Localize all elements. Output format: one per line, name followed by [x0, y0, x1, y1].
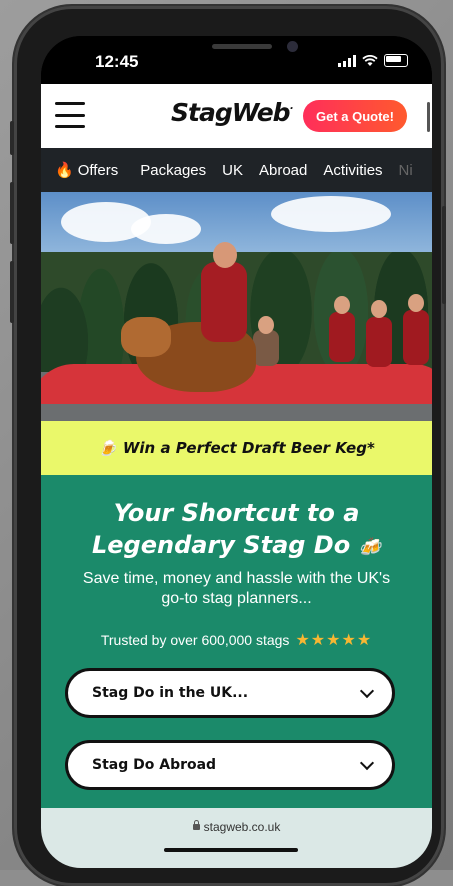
person [253, 330, 279, 366]
title-line-2: Legendary Stag Do [91, 531, 351, 559]
logo-text: StagWeb [171, 98, 291, 127]
url-display: stagweb.co.uk [41, 820, 432, 834]
lock-icon [192, 820, 200, 830]
home-indicator[interactable] [164, 848, 298, 852]
person [403, 310, 429, 365]
battery-icon [384, 54, 408, 67]
person-head [258, 316, 274, 334]
person-head [334, 296, 350, 314]
notch [137, 36, 351, 66]
nav-item-label: Abroad [258, 161, 308, 179]
chevron-down-icon [359, 683, 375, 699]
wifi-icon [362, 54, 378, 66]
phone-screen: 12:45 StagWeb· Get a Quote! 🔥 Offers Pac… [41, 36, 432, 868]
stag-abroad-dropdown[interactable]: Stag Do Abroad [65, 740, 395, 790]
site-header: StagWeb· Get a Quote! [41, 84, 432, 149]
logo-mark: · [289, 103, 294, 115]
speaker [212, 44, 272, 49]
silent-switch [10, 121, 14, 155]
beer-icon: 🍺 [98, 439, 117, 457]
person [329, 312, 355, 362]
person-head [408, 294, 424, 312]
nav-item-label: UK [222, 161, 243, 179]
status-icons [338, 54, 408, 67]
nav-item-uk[interactable]: UK [214, 162, 251, 179]
nav-item-activities[interactable]: Activities [315, 162, 390, 179]
hero-image [41, 192, 432, 421]
trust-text: Trusted by over 600,000 stags [100, 632, 290, 648]
camera [287, 41, 298, 52]
chevron-down-icon [359, 755, 375, 771]
subtitle: Save time, money and hassle with the UK'… [82, 570, 391, 607]
nav-item-packages[interactable]: Packages [126, 162, 214, 179]
nav-item-nights[interactable]: Ni [391, 162, 421, 179]
cloud [271, 196, 391, 232]
url-text: stagweb.co.uk [203, 820, 281, 834]
nav-item-label: Activities [323, 161, 383, 179]
nav-item-label: Ni [398, 161, 413, 179]
power-button [442, 206, 446, 304]
browser-url-bar[interactable]: stagweb.co.uk [41, 808, 432, 868]
promo-banner[interactable]: 🍺 Win a Perfect Draft Beer Keg* [41, 421, 432, 475]
scrollbar[interactable] [427, 102, 430, 132]
title-line-1: Your Shortcut to a [113, 499, 360, 527]
status-bar: 12:45 [41, 36, 432, 84]
menu-icon[interactable] [55, 102, 85, 128]
status-time: 12:45 [95, 52, 139, 71]
volume-up-button [10, 182, 14, 244]
fire-icon: 🔥 [55, 162, 74, 179]
promo-text: Win a Perfect Draft Beer Keg* [122, 439, 375, 457]
get-quote-button[interactable]: Get a Quote! [303, 100, 407, 132]
title-line-2-wrap: Legendary Stag Do 🍻 [41, 529, 432, 564]
signal-icon [338, 54, 356, 67]
stag-uk-dropdown[interactable]: Stag Do in the UK... [65, 668, 395, 718]
volume-down-button [10, 261, 14, 323]
star-rating-icon: ★★★★★ [295, 632, 373, 649]
cloud [131, 214, 201, 244]
nav-item-offers[interactable]: 🔥 Offers [41, 161, 126, 180]
trust-line: Trusted by over 600,000 stags ★★★★★ [41, 630, 432, 650]
person-head [371, 300, 387, 318]
hero-content: Your Shortcut to a Legendary Stag Do 🍻 S… [41, 475, 432, 808]
nav-bar: 🔥 Offers Packages UK Abroad Activities N… [41, 148, 432, 192]
rider [201, 262, 247, 342]
dropdown-label: Stag Do Abroad [92, 757, 217, 773]
nav-item-label: Packages [140, 161, 207, 179]
page-title: Your Shortcut to a Legendary Stag Do 🍻 [41, 497, 432, 564]
nav-item-abroad[interactable]: Abroad [251, 162, 315, 179]
nav-item-label: Offers [77, 161, 119, 179]
logo[interactable]: StagWeb· [171, 98, 294, 127]
cheers-icon: 🍻 [358, 537, 381, 558]
rider-head [213, 242, 237, 268]
person [366, 317, 392, 367]
dropdown-label: Stag Do in the UK... [92, 685, 249, 701]
bull-head [121, 317, 171, 357]
